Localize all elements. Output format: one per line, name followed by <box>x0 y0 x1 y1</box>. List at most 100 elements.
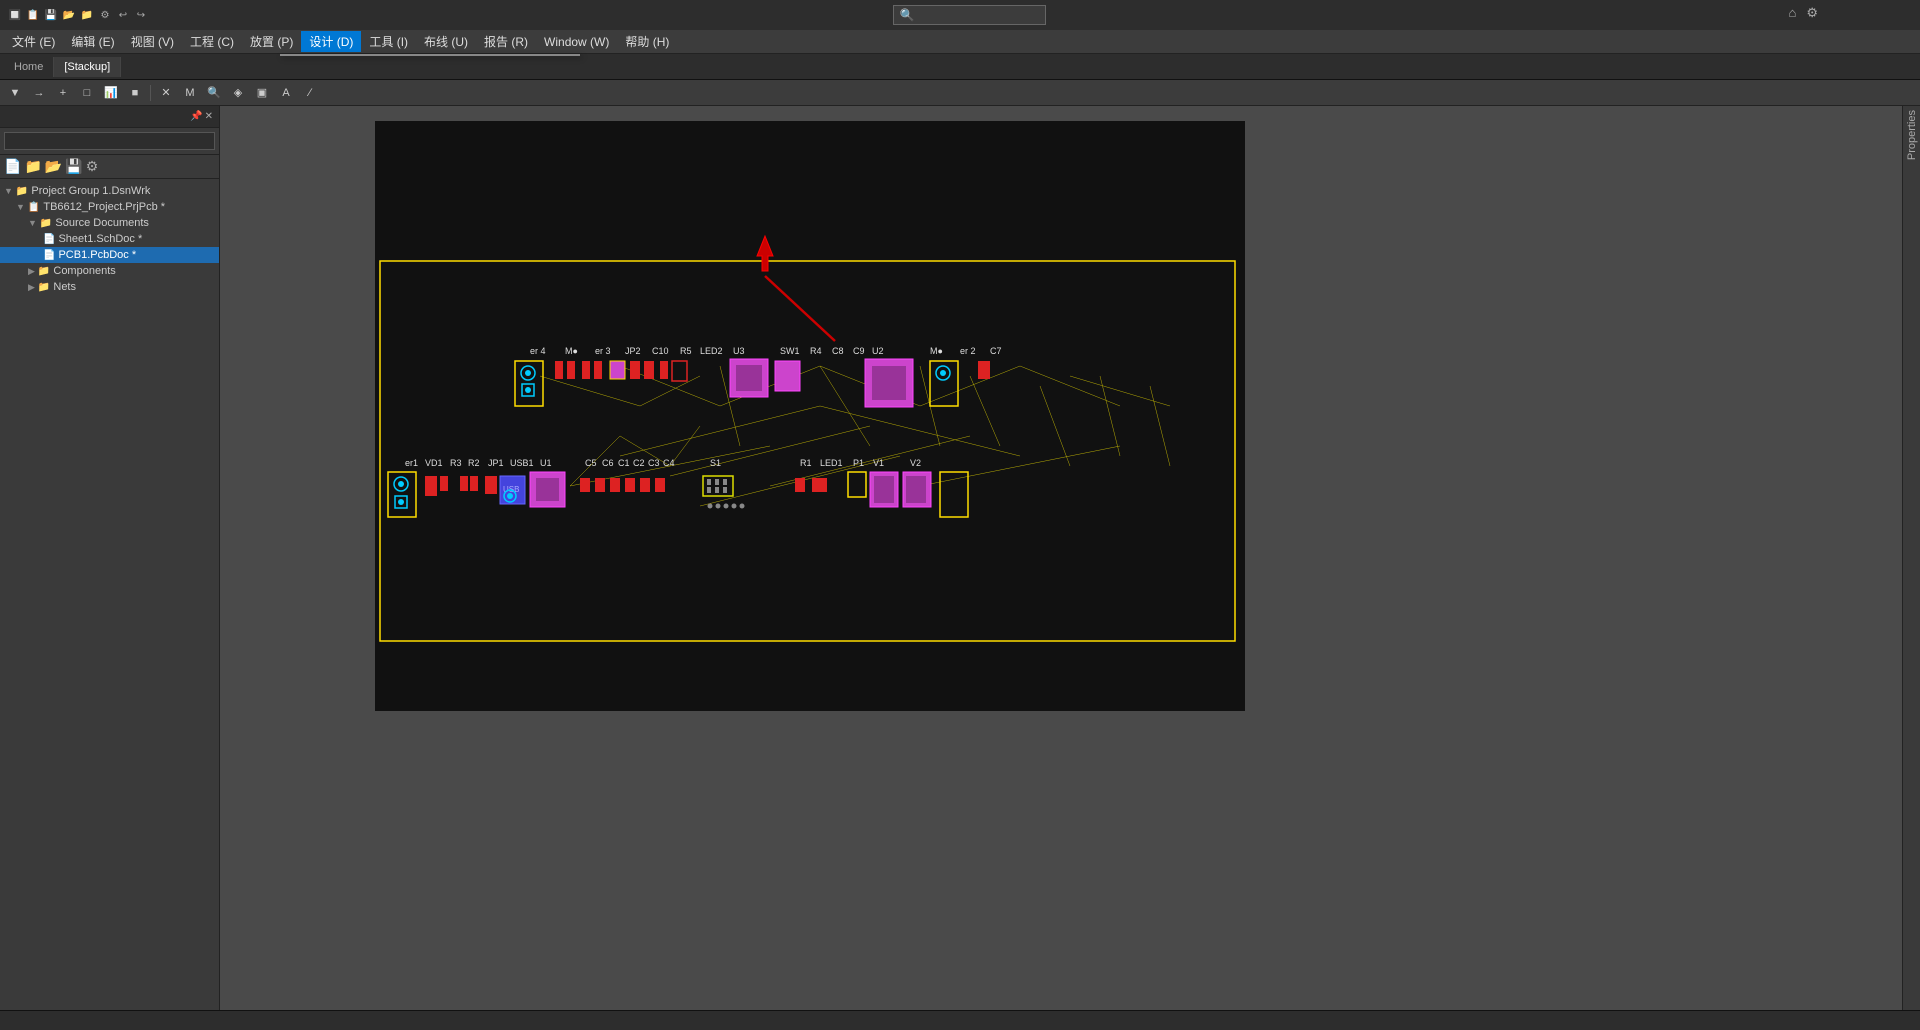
svg-text:er 2: er 2 <box>960 346 976 356</box>
tb-btn-7[interactable]: ✕ <box>155 83 177 103</box>
menu-item-route[interactable]: 布线 (U) <box>416 31 476 52</box>
pcb-canvas-area[interactable]: er 4 M● er 3 JP2 C10 R5 LED2 U3 SW1 R4 C… <box>220 106 1902 1010</box>
close-button[interactable] <box>1884 5 1912 25</box>
tree-item-icon: 📄 <box>43 250 55 261</box>
tree-item-label: Components <box>53 265 115 277</box>
svg-text:USB1: USB1 <box>510 458 534 468</box>
home-icon[interactable]: ⌂ <box>1784 5 1800 25</box>
svg-text:V1: V1 <box>873 458 884 468</box>
new-file-icon[interactable]: 📄 <box>4 158 21 175</box>
tb-btn-3[interactable]: + <box>52 83 74 103</box>
tb-btn-11[interactable]: ▣ <box>251 83 273 103</box>
menu-item-tools[interactable]: 工具 (I) <box>361 31 416 52</box>
tb-btn-9[interactable]: 🔍 <box>203 83 225 103</box>
tree-expand-arrow: ▼ <box>16 202 25 212</box>
tree-item-icon: 📁 <box>38 266 50 277</box>
tabnav: Home[Stackup] <box>0 54 1920 80</box>
add-icon[interactable]: 📁 <box>24 158 41 175</box>
tree-item-source-documents[interactable]: ▼📁Source Documents <box>0 215 219 231</box>
svg-text:SW1: SW1 <box>780 346 800 356</box>
tb-btn-5[interactable]: 📊 <box>100 83 122 103</box>
sidebar-pin-btn[interactable]: 📌 <box>190 111 202 122</box>
tree-item-label: Source Documents <box>55 217 149 229</box>
svg-text:U3: U3 <box>733 346 745 356</box>
menu-item-report[interactable]: 报告 (R) <box>476 31 536 52</box>
open-icon[interactable]: 📂 <box>45 158 62 175</box>
tree-expand-arrow: ▼ <box>4 186 13 196</box>
tree-expand-arrow: ▶ <box>28 282 35 293</box>
tb-btn-13[interactable]: ∕ <box>299 83 321 103</box>
titlebar: 🔲 📋 💾 📂 📁 ⚙ ↩ ↪ 🔍 ⌂ ⚙ <box>0 0 1920 30</box>
search-box[interactable]: 🔍 <box>893 5 1046 25</box>
tree-item-project-group-1-dsnwrk[interactable]: ▼📁Project Group 1.DsnWrk <box>0 183 219 199</box>
tree-item-nets[interactable]: ▶📁Nets <box>0 279 219 295</box>
settings-icon[interactable]: ⚙ <box>1802 5 1822 25</box>
menu-item-edit[interactable]: 编辑 (E) <box>63 31 122 52</box>
tree-item-icon: 📋 <box>28 202 40 213</box>
tree-item-pcb1-pcbdoc--[interactable]: 📄PCB1.PcbDoc * <box>0 247 219 263</box>
restore-button[interactable] <box>1854 5 1882 25</box>
tree-item-tb6612-project-prjpcb--[interactable]: ▼📋TB6612_Project.PrjPcb * <box>0 199 219 215</box>
svg-text:LED1: LED1 <box>820 458 843 468</box>
svg-text:C10: C10 <box>652 346 669 356</box>
sidebar: 📌 ✕ 📄 📁 📂 💾 ⚙ ▼📁Project Group 1.DsnWrk▼📋… <box>0 106 220 1010</box>
menu-item-place[interactable]: 放置 (P) <box>242 31 301 52</box>
project-tree: ▼📁Project Group 1.DsnWrk▼📋TB6612_Project… <box>0 179 219 1010</box>
pcb-svg: er 4 M● er 3 JP2 C10 R5 LED2 U3 SW1 R4 C… <box>220 106 1902 1010</box>
filter-btn[interactable]: ▼ <box>4 83 26 103</box>
undo-icon[interactable]: ↩ <box>116 8 130 22</box>
app-icon-1: 🔲 <box>8 8 22 22</box>
tree-item-sheet1-schdoc--[interactable]: 📄Sheet1.SchDoc * <box>0 231 219 247</box>
svg-text:S1: S1 <box>710 458 721 468</box>
tab-home[interactable]: Home <box>4 57 54 77</box>
svg-text:er 3: er 3 <box>595 346 611 356</box>
svg-text:M●: M● <box>930 346 943 356</box>
app-icon-3: 💾 <box>44 8 58 22</box>
tb-btn-4[interactable]: □ <box>76 83 98 103</box>
menu-item-project[interactable]: 工程 (C) <box>182 31 242 52</box>
tree-item-components[interactable]: ▶📁Components <box>0 263 219 279</box>
tb-btn-8[interactable]: M <box>179 83 201 103</box>
menu-item-window[interactable]: Window (W) <box>536 33 617 51</box>
tree-item-label: TB6612_Project.PrjPcb * <box>43 201 165 213</box>
menu-item-file[interactable]: 文件 (E) <box>4 31 63 52</box>
design-dropdown-menu[interactable] <box>280 54 580 56</box>
titlebar-left: 🔲 📋 💾 📂 📁 ⚙ ↩ ↪ <box>8 8 154 22</box>
tb-btn-2[interactable]: → <box>28 83 50 103</box>
settings-sidebar-icon[interactable]: ⚙ <box>86 158 99 175</box>
tb-btn-12[interactable]: A <box>275 83 297 103</box>
svg-text:C8: C8 <box>832 346 844 356</box>
search-input[interactable] <box>919 9 1039 21</box>
sidebar-search-input[interactable] <box>4 132 215 150</box>
tree-item-icon: 📁 <box>40 218 52 229</box>
svg-text:C9: C9 <box>853 346 865 356</box>
main-layout: 📌 ✕ 📄 📁 📂 💾 ⚙ ▼📁Project Group 1.DsnWrk▼📋… <box>0 106 1920 1010</box>
svg-text:er1: er1 <box>405 458 418 468</box>
tree-item-label: Project Group 1.DsnWrk <box>31 185 150 197</box>
svg-text:R1: R1 <box>800 458 812 468</box>
app-icons: 🔲 📋 💾 📂 📁 ⚙ ↩ ↪ <box>8 8 148 22</box>
sidebar-panel-buttons: 📌 ✕ <box>190 111 213 122</box>
svg-text:LED2: LED2 <box>700 346 723 356</box>
svg-text:P1: P1 <box>853 458 864 468</box>
toolbar: ▼ → + □ 📊 ■ ✕ M 🔍 ◈ ▣ A ∕ <box>0 80 1920 106</box>
menu-item-help[interactable]: 帮助 (H) <box>617 31 677 52</box>
sidebar-close-btn[interactable]: ✕ <box>205 111 213 122</box>
tab--stackup-[interactable]: [Stackup] <box>54 57 121 77</box>
svg-text:JP1: JP1 <box>488 458 504 468</box>
tb-btn-10[interactable]: ◈ <box>227 83 249 103</box>
tree-item-icon: 📁 <box>16 186 28 197</box>
minimize-button[interactable] <box>1824 5 1852 25</box>
statusbar <box>0 1010 1920 1030</box>
svg-text:R3: R3 <box>450 458 462 468</box>
svg-text:C5: C5 <box>585 458 597 468</box>
tb-btn-6[interactable]: ■ <box>124 83 146 103</box>
menu-item-design[interactable]: 设计 (D) <box>301 31 361 52</box>
menu-item-view[interactable]: 视图 (V) <box>123 31 182 52</box>
properties-label[interactable]: Properties <box>1906 110 1918 160</box>
save-icon[interactable]: 💾 <box>65 158 82 175</box>
svg-text:er 4: er 4 <box>530 346 546 356</box>
tree-item-label: Sheet1.SchDoc * <box>58 233 142 245</box>
svg-text:C4: C4 <box>663 458 675 468</box>
redo-icon[interactable]: ↪ <box>134 8 148 22</box>
